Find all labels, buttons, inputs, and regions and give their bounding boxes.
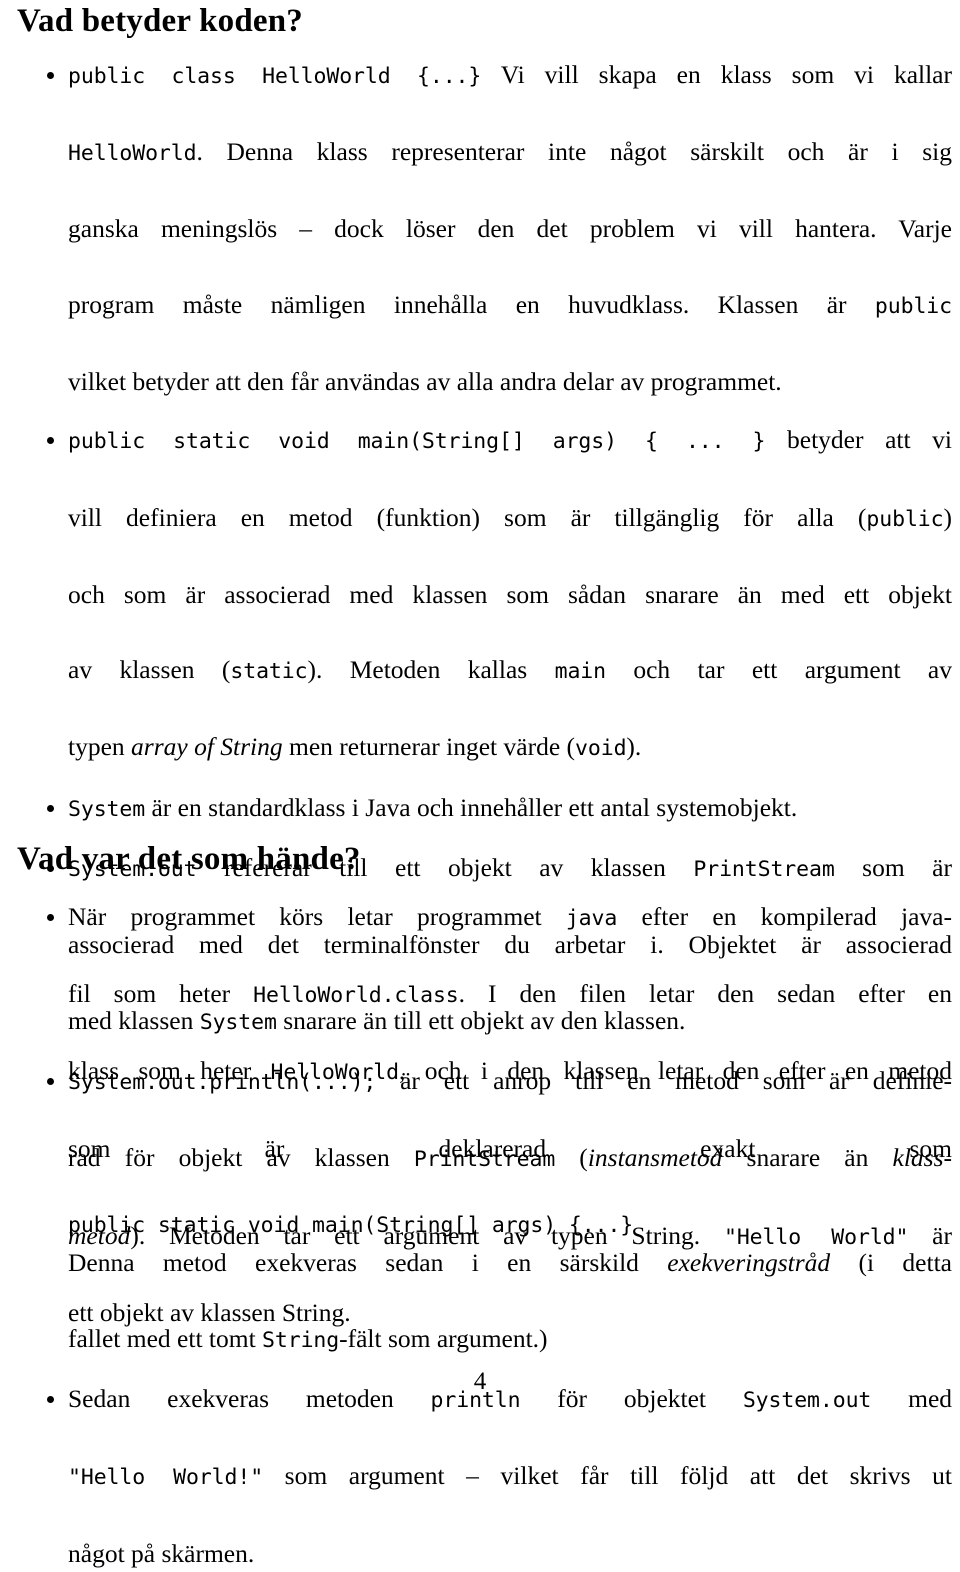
text-span: , och i den klassen letar den efter en m… bbox=[399, 1056, 952, 1085]
text-line: typen array of String men returnerar ing… bbox=[68, 728, 952, 768]
text-line: public static void main(String[] args) {… bbox=[68, 421, 952, 498]
text-line: av klassen (static). Metoden kallas main… bbox=[68, 651, 952, 728]
code-span: public bbox=[875, 294, 952, 319]
list-item: public static void main(String[] args) {… bbox=[0, 421, 960, 767]
text-span: Denna metod exekveras sedan i en särskil… bbox=[68, 1248, 667, 1277]
text-line: ganska meningslös – dock löser den det p… bbox=[68, 210, 952, 285]
text-line: något på skärmen. bbox=[68, 1535, 952, 1572]
text-span: fil som heter bbox=[68, 979, 253, 1008]
text-span: ). bbox=[626, 732, 641, 761]
page-title-vad-betyder-koden: Vad betyder koden? bbox=[17, 4, 303, 40]
code-span: public static void main(String[] args) {… bbox=[68, 1213, 633, 1238]
page-number: 4 bbox=[0, 1368, 960, 1396]
text-line: System är en standardklass i Java och in… bbox=[68, 789, 952, 829]
text-line: som är deklarerad exakt som bbox=[68, 1130, 952, 1205]
text-span: program måste nämligen innehålla en huvu… bbox=[68, 290, 875, 319]
text-line: Denna metod exekveras sedan i en särskil… bbox=[68, 1244, 952, 1319]
text-span: (i detta bbox=[830, 1248, 952, 1277]
list-item: Sedan exekveras metoden println för obje… bbox=[0, 1380, 960, 1572]
text-span: ). Metoden kallas bbox=[307, 655, 554, 684]
section-heading-vad-var-det-som-hande: Vad var det som hände? bbox=[17, 842, 361, 878]
code-span: "Hello World!" bbox=[68, 1465, 263, 1490]
text-span: som är bbox=[835, 853, 952, 882]
code-span: HelloWorld.class bbox=[253, 983, 459, 1008]
code-span: static bbox=[230, 659, 307, 684]
text-span: av klassen ( bbox=[68, 655, 230, 684]
bullet-list-vad-var-det-som-hande: När programmet körs letar programmet jav… bbox=[0, 898, 960, 1572]
text-span: ) bbox=[944, 503, 953, 532]
code-span: HelloWorld bbox=[68, 141, 196, 166]
text-span: vilket betyder att den får användas av a… bbox=[68, 367, 782, 396]
text-span: men returnerar inget värde ( bbox=[283, 732, 575, 761]
emphasis-span: exekveringstråd bbox=[667, 1248, 830, 1277]
text-span: klass som heter bbox=[68, 1056, 271, 1085]
code-span: main bbox=[555, 659, 606, 684]
text-span: ganska meningslös – dock löser den det p… bbox=[68, 214, 952, 243]
code-span: public bbox=[866, 507, 943, 532]
text-line: vilket betyder att den får användas av a… bbox=[68, 363, 952, 401]
text-span: -fält som argument.) bbox=[339, 1324, 547, 1353]
text-span: vill definiera en metod (funktion) som ä… bbox=[68, 503, 866, 532]
text-span: är en standardklass i Java och innehålle… bbox=[145, 793, 797, 822]
code-span: public static void main(String[] args) {… bbox=[68, 429, 765, 454]
text-line: klass som heter HelloWorld, och i den kl… bbox=[68, 1052, 952, 1129]
text-span: och tar ett argument av bbox=[606, 655, 952, 684]
document-page: Vad betyder koden? public class HelloWor… bbox=[0, 0, 960, 1419]
bullet-dot-icon bbox=[47, 789, 57, 827]
list-item: När programmet körs letar programmet jav… bbox=[0, 898, 960, 1359]
text-line: När programmet körs letar programmet jav… bbox=[68, 898, 952, 975]
text-line: och som är associerad med klassen som så… bbox=[68, 576, 952, 651]
text-line: public static void main(String[] args) {… bbox=[68, 1205, 952, 1245]
list-item: System är en standardklass i Java och in… bbox=[0, 789, 960, 829]
bullet-dot-icon bbox=[47, 421, 57, 459]
text-line: HelloWorld. Denna klass representerar in… bbox=[68, 133, 952, 210]
text-span: . Denna klass representerar inte något s… bbox=[196, 137, 952, 166]
text-span: och som är associerad med klassen som så… bbox=[68, 580, 952, 609]
code-span: java bbox=[566, 906, 617, 931]
code-span: HelloWorld bbox=[271, 1060, 399, 1085]
text-span: som är deklarerad exakt som bbox=[68, 1134, 952, 1163]
text-span: efter en kompilerad java- bbox=[617, 902, 952, 931]
text-span: fallet med ett tomt bbox=[68, 1324, 262, 1353]
code-span: System bbox=[68, 797, 145, 822]
code-span: void bbox=[575, 736, 626, 761]
text-span: som argument – vilket får till följd att… bbox=[263, 1461, 952, 1490]
text-line: fallet med ett tomt String-fält som argu… bbox=[68, 1320, 952, 1360]
code-span: PrintStream bbox=[693, 857, 834, 882]
list-item: public class HelloWorld {...} Vi vill sk… bbox=[0, 56, 960, 400]
bullet-dot-icon bbox=[47, 56, 57, 94]
text-span: Vi vill skapa en klass som vi kallar bbox=[481, 60, 952, 89]
text-span: typen bbox=[68, 732, 131, 761]
code-span: String bbox=[262, 1328, 339, 1353]
text-line: "Hello World!" som argument – vilket får… bbox=[68, 1457, 952, 1534]
code-span: public class HelloWorld {...} bbox=[68, 64, 481, 89]
text-span: något på skärmen. bbox=[68, 1539, 254, 1568]
text-span: . I den filen letar den sedan efter en bbox=[459, 979, 952, 1008]
text-span: När programmet körs letar programmet bbox=[68, 902, 566, 931]
text-line: public class HelloWorld {...} Vi vill sk… bbox=[68, 56, 952, 133]
bullet-dot-icon bbox=[47, 898, 57, 936]
emphasis-span: array of String bbox=[131, 732, 283, 761]
text-line: program måste nämligen innehålla en huvu… bbox=[68, 286, 952, 363]
text-line: vill definiera en metod (funktion) som ä… bbox=[68, 499, 952, 576]
text-line: fil som heter HelloWorld.class. I den fi… bbox=[68, 975, 952, 1052]
text-span: betyder att vi bbox=[765, 425, 952, 454]
